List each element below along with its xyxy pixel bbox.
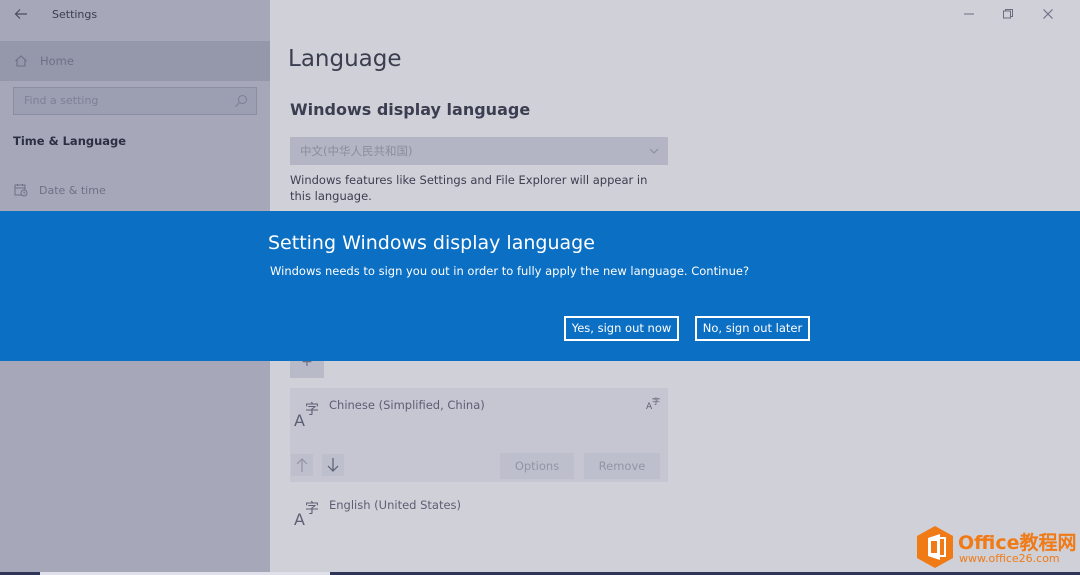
watermark-url: www.office26.com bbox=[959, 552, 1060, 565]
remove-button[interactable]: Remove bbox=[584, 453, 660, 479]
language-name: English (United States) bbox=[329, 498, 462, 512]
title-bar: Settings bbox=[0, 0, 270, 30]
section-heading: Time & Language bbox=[13, 134, 127, 148]
close-icon bbox=[1043, 9, 1053, 19]
svg-text:字: 字 bbox=[305, 402, 319, 418]
home-icon bbox=[15, 55, 27, 67]
minimize-icon bbox=[964, 13, 974, 15]
display-language-heading: Windows display language bbox=[290, 100, 531, 119]
back-arrow-icon bbox=[14, 9, 27, 19]
sign-out-dialog: Setting Windows display language Windows… bbox=[0, 211, 1080, 361]
page-title: Language bbox=[288, 46, 402, 72]
display-language-description: Windows features like Settings and File … bbox=[290, 173, 648, 203]
search-input[interactable] bbox=[24, 94, 224, 107]
sidebar-item-label: Home bbox=[40, 54, 74, 68]
search-box[interactable] bbox=[13, 87, 257, 115]
sign-out-later-button[interactable]: No, sign out later bbox=[695, 316, 810, 341]
svg-text:字: 字 bbox=[305, 501, 319, 517]
language-az-icon: A 字 bbox=[294, 402, 319, 429]
language-az-icon: A 字 bbox=[294, 501, 319, 528]
maximize-button[interactable] bbox=[996, 4, 1020, 24]
language-feature-icon: A 字 bbox=[646, 396, 660, 410]
svg-text:A: A bbox=[294, 510, 305, 528]
language-item[interactable]: A 字 English (United States) bbox=[290, 488, 668, 528]
window-controls bbox=[950, 0, 1080, 30]
sign-out-now-button[interactable]: Yes, sign out now bbox=[564, 316, 679, 341]
selected-language: 中文(中华人民共和国) bbox=[300, 144, 413, 158]
minimize-button[interactable] bbox=[957, 4, 981, 24]
language-name: Chinese (Simplified, China) bbox=[329, 398, 485, 412]
watermark: Office教程网 www.office26.com bbox=[913, 524, 1078, 572]
sidebar-item-date-time[interactable]: Date & time bbox=[0, 176, 270, 206]
close-button[interactable] bbox=[1036, 4, 1060, 24]
move-down-button[interactable] bbox=[322, 454, 344, 476]
app-title: Settings bbox=[52, 8, 98, 21]
back-button[interactable] bbox=[10, 4, 32, 24]
svg-text:字: 字 bbox=[652, 396, 660, 406]
dialog-title: Setting Windows display language bbox=[268, 232, 595, 254]
calendar-clock-icon bbox=[14, 184, 28, 197]
display-language-select[interactable]: 中文(中华人民共和国) bbox=[290, 137, 668, 165]
search-icon bbox=[235, 94, 248, 107]
watermark-brand: Office教程网 bbox=[958, 532, 1077, 554]
move-up-button[interactable] bbox=[291, 454, 313, 476]
dialog-message: Windows needs to sign you out in order t… bbox=[270, 264, 750, 278]
sidebar-item-home[interactable]: Home bbox=[0, 41, 270, 81]
arrow-up-icon bbox=[296, 458, 308, 472]
svg-text:A: A bbox=[294, 411, 305, 429]
office-logo-icon bbox=[917, 526, 953, 568]
restore-icon bbox=[1003, 9, 1013, 19]
chevron-down-icon bbox=[649, 148, 659, 154]
sidebar-item-label: Date & time bbox=[39, 184, 106, 197]
arrow-down-icon bbox=[327, 458, 339, 472]
language-card-selected[interactable]: A 字 Chinese (Simplified, China) A 字 Opti… bbox=[290, 388, 668, 482]
options-button[interactable]: Options bbox=[500, 453, 574, 479]
